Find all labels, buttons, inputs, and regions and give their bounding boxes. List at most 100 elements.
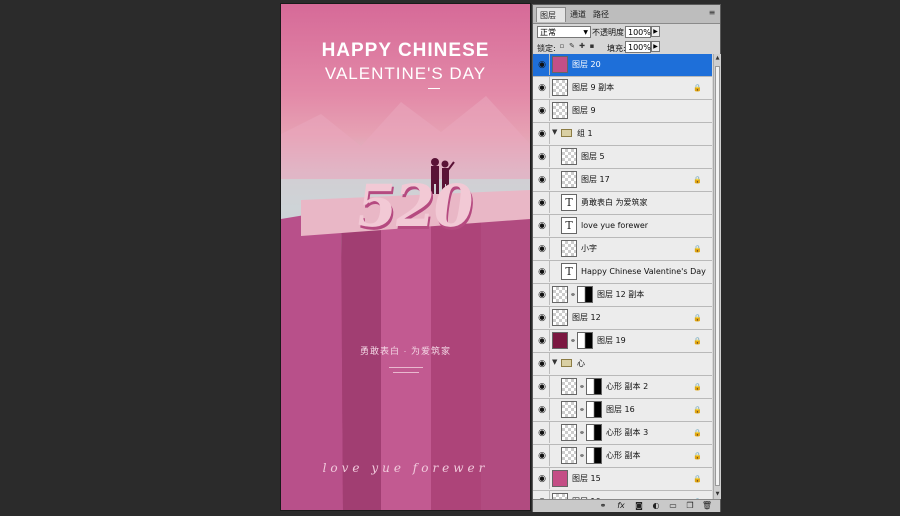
eye-visibility-icon[interactable]: ◉ <box>536 313 548 323</box>
layer-row[interactable]: ◉ Tlove yue forewer <box>533 215 712 238</box>
eye-visibility-icon[interactable]: ◉ <box>536 451 548 461</box>
tab-channels[interactable]: 通道 <box>567 7 589 22</box>
row-divider <box>549 445 550 466</box>
eye-visibility-icon[interactable]: ◉ <box>536 175 548 185</box>
layer-row[interactable]: ◉ 图层 12 🔒 <box>533 307 712 330</box>
eye-visibility-icon[interactable]: ◉ <box>536 474 548 484</box>
scroll-up-icon[interactable]: ▲ <box>714 54 721 62</box>
opacity-input[interactable]: 100% <box>625 26 651 38</box>
layer-row[interactable]: ◉ 小字 🔒 <box>533 238 712 261</box>
layer-thumbnail <box>561 401 577 418</box>
row-divider <box>549 468 550 489</box>
mask-link-icon[interactable]: ⚭ <box>570 290 576 300</box>
link-icon[interactable]: ⚭ <box>597 501 609 511</box>
eye-visibility-icon[interactable]: ◉ <box>536 382 548 392</box>
layer-row[interactable]: ◉ ⚭ 心形 副本 3 🔒 <box>533 422 712 445</box>
artwork-script-text: love yue forewer <box>322 461 489 475</box>
mask-link-icon[interactable]: ⚭ <box>579 405 585 415</box>
mask-link-icon[interactable]: ⚭ <box>579 382 585 392</box>
lock-all-icon[interactable]: ▪ <box>588 42 596 50</box>
eye-visibility-icon[interactable]: ◉ <box>536 359 548 369</box>
fill-slider-button[interactable]: ▶ <box>651 41 660 52</box>
opacity-label: 不透明度: <box>592 28 627 37</box>
eye-visibility-icon[interactable]: ◉ <box>536 83 548 93</box>
eye-visibility-icon[interactable]: ◉ <box>536 152 548 162</box>
layer-row[interactable]: ◉ ⚭ 图层 19 🔒 <box>533 330 712 353</box>
eye-visibility-icon[interactable]: ◉ <box>536 198 548 208</box>
row-divider <box>549 399 550 420</box>
layer-row[interactable]: ◉ ⚭ 心形 副本 2 🔒 <box>533 376 712 399</box>
layer-row[interactable]: ◉ 图层 20 <box>533 54 712 77</box>
layer-group-row[interactable]: ◉ ▼ 心 <box>533 353 712 376</box>
artwork-fineprint-2 <box>393 372 419 373</box>
layer-name: 图层 10 <box>572 491 601 499</box>
layer-list-scrollbar[interactable]: ▲ ▼ <box>713 54 721 499</box>
eye-visibility-icon[interactable]: ◉ <box>536 60 548 70</box>
eye-visibility-icon[interactable]: ◉ <box>536 129 548 139</box>
row-divider <box>549 169 550 190</box>
eye-visibility-icon[interactable]: ◉ <box>536 221 548 231</box>
mask-icon[interactable]: ◙ <box>633 501 645 511</box>
layer-row[interactable]: ◉ 图层 9 <box>533 100 712 123</box>
artwork-fineprint <box>389 367 423 368</box>
eye-visibility-icon[interactable]: ◉ <box>536 428 548 438</box>
layer-row[interactable]: ◉ ⚭ 心形 副本 🔒 <box>533 445 712 468</box>
expand-triangle-icon[interactable]: ▼ <box>552 128 557 136</box>
tab-layers[interactable]: 图层 × <box>536 7 566 35</box>
layer-row[interactable]: ◉ T 勇敢表白 为爱筑家 <box>533 192 712 215</box>
lock-position-icon[interactable]: ✚ <box>578 42 586 50</box>
mask-link-icon[interactable]: ⚭ <box>579 451 585 461</box>
layer-name: Happy Chinese Valentine's Day <box>581 267 706 276</box>
layer-name: 心形 副本 <box>606 451 641 460</box>
lock-image-icon[interactable]: ✎ <box>568 42 576 50</box>
trash-icon[interactable]: 🗑 <box>701 501 713 511</box>
blend-mode-select[interactable]: 正常 ▼ <box>537 26 591 38</box>
layer-mask-thumbnail[interactable] <box>577 286 593 303</box>
document-canvas[interactable]: HAPPY CHINESE VALENTINE'S DAY 520 勇敢表白 ·… <box>280 3 531 511</box>
layer-mask-thumbnail[interactable] <box>586 378 602 395</box>
layer-mask-thumbnail[interactable] <box>586 447 602 464</box>
layer-name: 小字 <box>581 244 597 253</box>
layer-name: 图层 12 <box>572 313 601 322</box>
artwork-number-520: 520 <box>351 172 477 240</box>
layer-group-row[interactable]: ◉ ▼ 组 1 <box>533 123 712 146</box>
panel-menu-icon[interactable]: ≡ <box>707 8 717 18</box>
folder-icon[interactable]: ▭ <box>667 501 679 511</box>
eye-visibility-icon[interactable]: ◉ <box>536 405 548 415</box>
layer-row[interactable]: ◉ ⚭ 图层 12 副本 <box>533 284 712 307</box>
layer-row[interactable]: ◉ ⚭ 图层 16 🔒 <box>533 399 712 422</box>
mask-link-icon[interactable]: ⚭ <box>579 428 585 438</box>
layer-thumbnail <box>561 171 577 188</box>
tab-paths[interactable]: 路径 <box>590 7 612 22</box>
lock-transparent-icon[interactable]: ▫ <box>558 42 566 50</box>
lock-icon: 🔒 <box>693 176 702 184</box>
eye-visibility-icon[interactable]: ◉ <box>536 267 548 277</box>
layer-row[interactable]: ◉图层 10🔒 <box>533 491 712 499</box>
eye-visibility-icon[interactable]: ◉ <box>536 290 548 300</box>
layer-mask-thumbnail[interactable] <box>586 401 602 418</box>
fx-icon[interactable]: fx <box>615 501 627 511</box>
eye-visibility-icon[interactable]: ◉ <box>536 244 548 254</box>
eye-visibility-icon[interactable]: ◉ <box>536 336 548 346</box>
row-divider <box>549 307 550 328</box>
eye-visibility-icon[interactable]: ◉ <box>536 106 548 116</box>
fill-input[interactable]: 100% <box>625 41 651 53</box>
row-divider <box>549 491 550 499</box>
adjustment-icon[interactable]: ◐ <box>650 501 662 511</box>
layer-row[interactable]: ◉ 图层 15 🔒 <box>533 468 712 491</box>
new-layer-icon[interactable]: ❐ <box>684 501 696 511</box>
layer-mask-thumbnail[interactable] <box>586 424 602 441</box>
layer-row[interactable]: ◉ T Happy Chinese Valentine's Day <box>533 261 712 284</box>
mask-link-icon[interactable]: ⚭ <box>570 336 576 346</box>
scroll-down-icon[interactable]: ▼ <box>714 490 721 498</box>
chevron-down-icon: ▼ <box>583 29 588 36</box>
layer-thumbnail <box>561 378 577 395</box>
folder-icon <box>561 129 572 137</box>
layer-row[interactable]: ◉ 图层 5 <box>533 146 712 169</box>
layer-row[interactable]: ◉ 图层 17 🔒 <box>533 169 712 192</box>
layer-mask-thumbnail[interactable] <box>577 332 593 349</box>
scrollbar-thumb[interactable] <box>715 66 720 486</box>
layer-row[interactable]: ◉ 图层 9 副本 🔒 <box>533 77 712 100</box>
opacity-slider-button[interactable]: ▶ <box>651 26 660 37</box>
expand-triangle-icon[interactable]: ▼ <box>552 358 557 366</box>
